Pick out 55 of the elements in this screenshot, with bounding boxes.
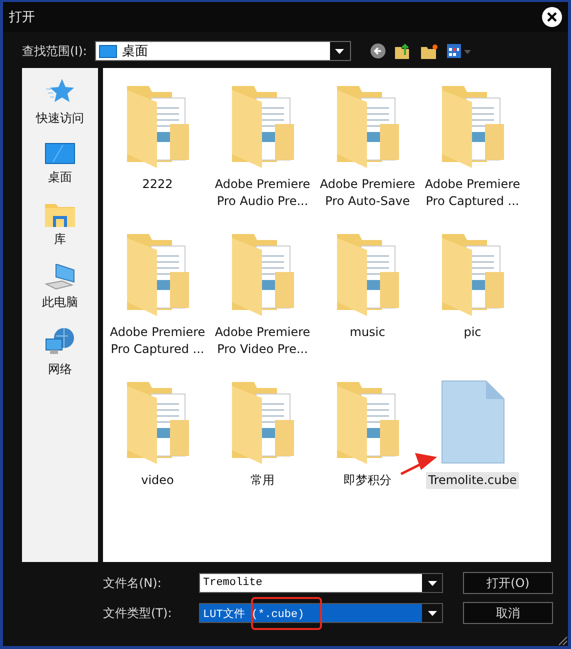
folder-icon (230, 84, 296, 168)
file-name[interactable]: 即梦积分 (316, 472, 420, 489)
sidebar-item[interactable]: 库 (41, 200, 79, 250)
resize-grip-icon[interactable] (558, 636, 568, 646)
file-name[interactable]: Adobe Premiere Pro Video Pre... (210, 324, 314, 358)
look-in-label: 查找范围(I): (22, 42, 87, 60)
file-type-label: 文件类型(T): (103, 604, 173, 622)
window-title: 打开 (9, 9, 35, 26)
file-name-label: 文件名(N): (103, 574, 162, 592)
file-name[interactable]: 常用 (210, 472, 314, 489)
monitor-icon (45, 143, 75, 165)
file-name-field[interactable]: Tremolite (199, 573, 443, 593)
computer-icon (44, 264, 76, 290)
caret-icon (428, 610, 436, 616)
monitor-icon (98, 44, 117, 58)
new-folder-icon (421, 44, 438, 58)
folder-icon (230, 380, 296, 464)
file-name[interactable]: Adobe Premiere Pro Audio Pre... (210, 176, 314, 210)
network-icon (44, 327, 76, 357)
new-folder-button[interactable] (420, 42, 439, 60)
location-text: 桌面 (122, 43, 148, 60)
folder-icon (334, 84, 400, 168)
file-name[interactable]: Adobe Premiere Pro Auto-Save (316, 176, 420, 210)
close-icon (547, 12, 557, 22)
folder-icon (124, 380, 190, 464)
caret-icon (428, 580, 436, 586)
sidebar-item[interactable]: 桌面 (41, 141, 79, 188)
folder-icon (124, 232, 190, 316)
sidebar-item[interactable]: 网络 (40, 325, 80, 380)
folder-icon (334, 232, 400, 316)
file-name[interactable]: Adobe Premiere Pro Captured ... (106, 324, 210, 358)
folder-icon (124, 84, 190, 168)
file-name[interactable]: Tremolite.cube (426, 472, 519, 489)
view-grid-icon (446, 44, 473, 58)
file-icon (440, 380, 504, 464)
view-menu-button[interactable] (446, 42, 473, 60)
folder-icon (334, 380, 400, 464)
close-button[interactable] (542, 7, 562, 27)
file-name[interactable]: pic (420, 324, 524, 341)
sidebar-item[interactable]: 快速访问 (32, 76, 88, 129)
open-button[interactable]: 打开(O) (463, 572, 553, 594)
location-dropdown[interactable]: 桌面 (94, 41, 351, 61)
file-name[interactable]: Adobe Premiere Pro Captured ... (420, 176, 524, 210)
file-name[interactable]: music (316, 324, 420, 341)
file-name[interactable]: video (106, 472, 210, 489)
folder-icon (230, 232, 296, 316)
cancel-button[interactable]: 取消 (463, 602, 553, 624)
sidebar-item[interactable]: 此电脑 (38, 262, 82, 313)
folder-icon (440, 84, 506, 168)
folder-icon (440, 232, 506, 316)
file-name[interactable]: 2222 (106, 176, 210, 193)
file-type-dropdown[interactable]: LUT文件 (*.cube) (199, 603, 443, 623)
folder-icon (45, 202, 75, 227)
back-button[interactable] (368, 42, 387, 60)
caret-icon (335, 48, 344, 54)
